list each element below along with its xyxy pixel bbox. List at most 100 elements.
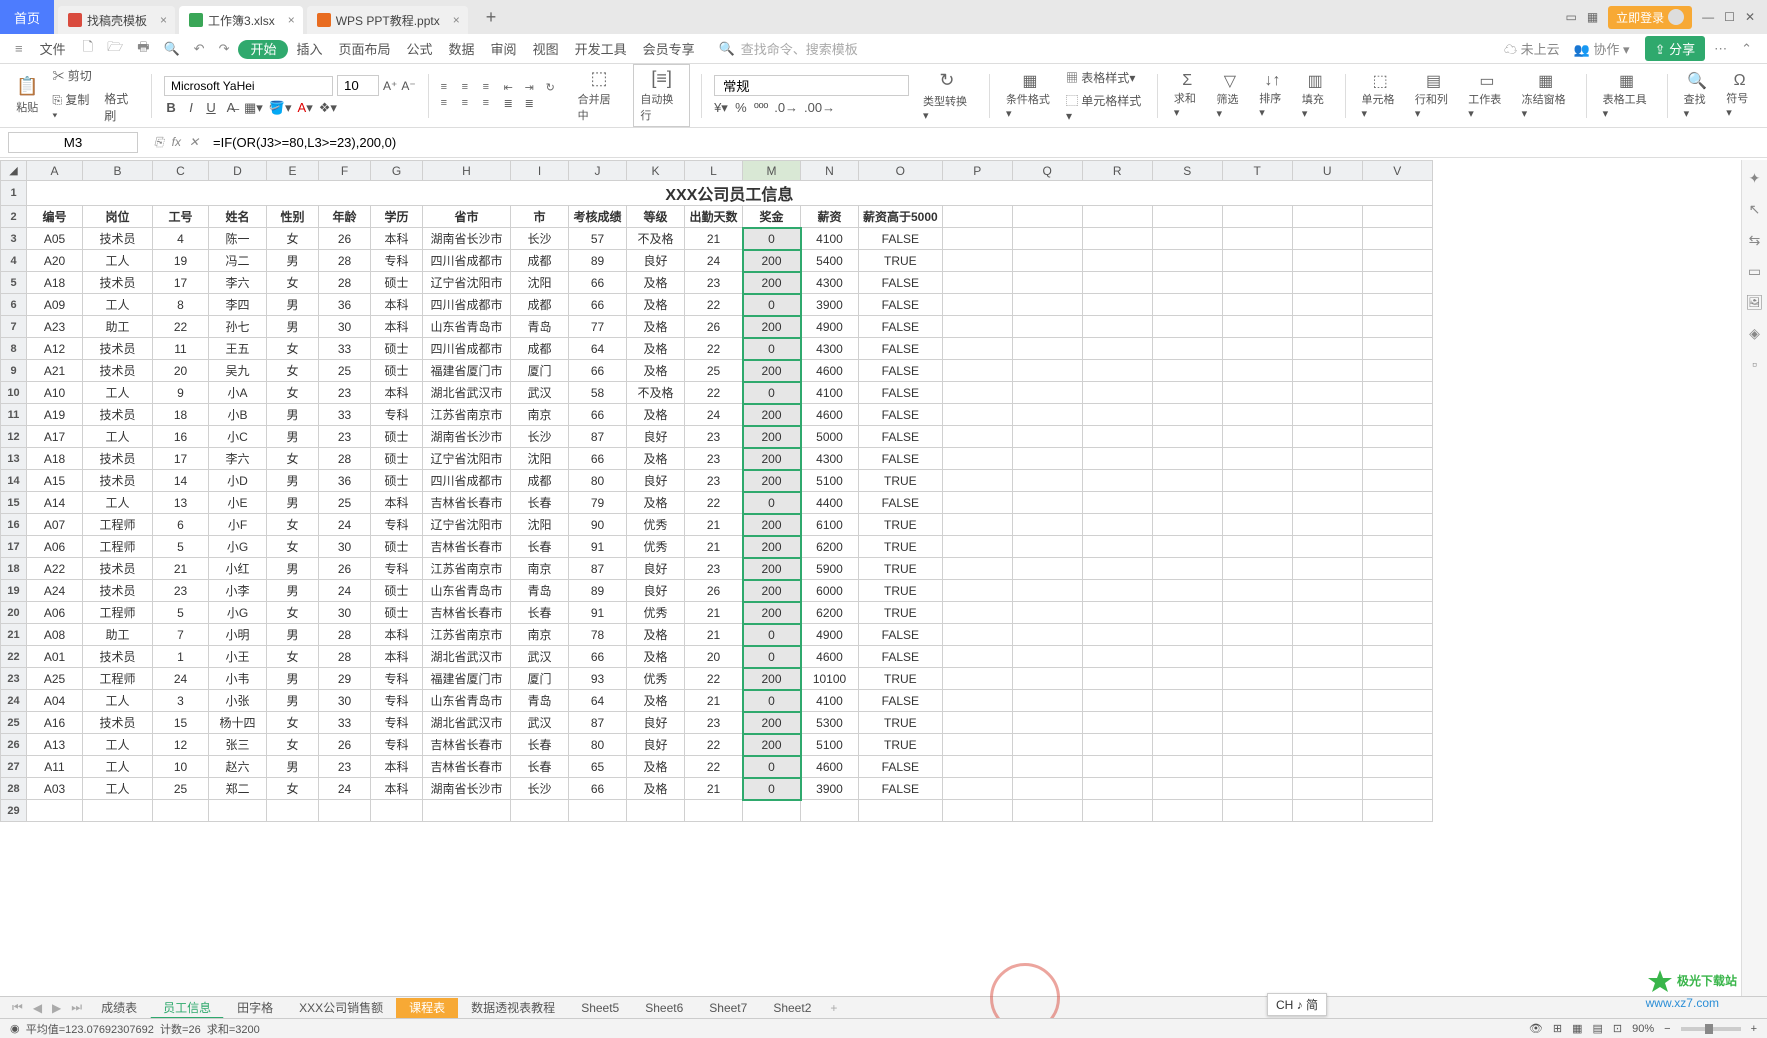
cell[interactable]: 小C: [209, 426, 267, 448]
cell[interactable]: 沈阳: [511, 272, 569, 294]
cell[interactable]: 30: [319, 316, 371, 338]
cell[interactable]: 男: [267, 426, 319, 448]
cell[interactable]: 优秀: [627, 536, 685, 558]
cell[interactable]: 硕士: [371, 602, 423, 624]
cell[interactable]: 硕士: [371, 536, 423, 558]
cell[interactable]: [942, 360, 1012, 382]
cell[interactable]: 0: [743, 228, 801, 250]
cell[interactable]: TRUE: [859, 470, 943, 492]
cell[interactable]: A22: [27, 558, 83, 580]
cell[interactable]: 28: [319, 624, 371, 646]
cell[interactable]: 23: [319, 426, 371, 448]
cell[interactable]: 男: [267, 668, 319, 690]
cell[interactable]: 硕士: [371, 470, 423, 492]
cell[interactable]: 湖北省武汉市: [423, 712, 511, 734]
cell[interactable]: FALSE: [859, 404, 943, 426]
cell[interactable]: 吉林省长春市: [423, 536, 511, 558]
preview-icon[interactable]: 🔍: [158, 41, 184, 57]
cell[interactable]: [1082, 624, 1152, 646]
cell[interactable]: [942, 602, 1012, 624]
cell[interactable]: [1152, 558, 1222, 580]
cell[interactable]: A23: [27, 316, 83, 338]
cell[interactable]: [1012, 294, 1082, 316]
cell[interactable]: [1012, 536, 1082, 558]
tools-button[interactable]: ▦表格工具▾: [1599, 71, 1655, 120]
currency-icon[interactable]: ¥▾: [714, 100, 728, 116]
tab-next-icon[interactable]: ▶: [48, 1001, 65, 1015]
row-header[interactable]: 10: [1, 382, 27, 404]
cell[interactable]: 及格: [627, 778, 685, 800]
cell[interactable]: 硕士: [371, 580, 423, 602]
cell[interactable]: [1152, 250, 1222, 272]
cell[interactable]: 14: [153, 470, 209, 492]
sheet-tab[interactable]: Sheet5: [568, 998, 632, 1018]
cell[interactable]: 优秀: [627, 514, 685, 536]
cell[interactable]: 66: [569, 448, 627, 470]
cell[interactable]: [153, 800, 209, 822]
cell[interactable]: [1082, 316, 1152, 338]
header-cell[interactable]: 岗位: [83, 206, 153, 228]
cell[interactable]: [1362, 668, 1432, 690]
header-cell[interactable]: 编号: [27, 206, 83, 228]
cell[interactable]: 12: [153, 734, 209, 756]
tab-prev-icon[interactable]: ◀: [29, 1001, 46, 1015]
sheet-tab[interactable]: XXX公司销售额: [286, 998, 396, 1018]
cell[interactable]: [1292, 668, 1362, 690]
cell[interactable]: [1292, 690, 1362, 712]
row-header[interactable]: 2: [1, 206, 27, 228]
cell[interactable]: [1362, 646, 1432, 668]
cell[interactable]: [1362, 734, 1432, 756]
cell[interactable]: A04: [27, 690, 83, 712]
cell[interactable]: 山东省青岛市: [423, 690, 511, 712]
row-header[interactable]: 22: [1, 646, 27, 668]
cell[interactable]: FALSE: [859, 492, 943, 514]
cell[interactable]: [942, 250, 1012, 272]
cell[interactable]: A19: [27, 404, 83, 426]
cell[interactable]: 23: [319, 756, 371, 778]
cell[interactable]: [1012, 668, 1082, 690]
cell[interactable]: 21: [685, 690, 743, 712]
cell[interactable]: [1082, 492, 1152, 514]
cell[interactable]: [1082, 668, 1152, 690]
cell[interactable]: [1222, 602, 1292, 624]
col-header[interactable]: T: [1222, 161, 1292, 181]
cell[interactable]: 成都: [511, 338, 569, 360]
cell[interactable]: 杨十四: [209, 712, 267, 734]
cell[interactable]: 80: [569, 470, 627, 492]
cell[interactable]: 22: [685, 492, 743, 514]
cell[interactable]: 4600: [801, 404, 859, 426]
cell[interactable]: FALSE: [859, 360, 943, 382]
cell[interactable]: [1292, 228, 1362, 250]
cell[interactable]: [1152, 404, 1222, 426]
cell[interactable]: 湖南省长沙市: [423, 778, 511, 800]
cell[interactable]: 28: [319, 250, 371, 272]
cell[interactable]: 66: [569, 404, 627, 426]
header-cell[interactable]: 工号: [153, 206, 209, 228]
cell[interactable]: [1012, 756, 1082, 778]
cell[interactable]: [1362, 602, 1432, 624]
format-painter-button[interactable]: 格式刷: [104, 90, 139, 124]
cell[interactable]: 小韦: [209, 668, 267, 690]
view-custom-icon[interactable]: ⊡: [1613, 1022, 1622, 1035]
cell[interactable]: [1222, 712, 1292, 734]
cell[interactable]: 66: [569, 294, 627, 316]
cell[interactable]: 66: [569, 360, 627, 382]
cell[interactable]: 成都: [511, 294, 569, 316]
cell[interactable]: [1222, 514, 1292, 536]
cell[interactable]: 郑二: [209, 778, 267, 800]
cell[interactable]: 及格: [627, 492, 685, 514]
cell[interactable]: [1152, 778, 1222, 800]
cell[interactable]: [371, 800, 423, 822]
cell[interactable]: 66: [569, 272, 627, 294]
cell[interactable]: 厦门: [511, 360, 569, 382]
record-icon[interactable]: ◉: [10, 1022, 20, 1035]
cell[interactable]: 吴九: [209, 360, 267, 382]
cell[interactable]: [1222, 492, 1292, 514]
cell[interactable]: 29: [319, 668, 371, 690]
cell[interactable]: 87: [569, 558, 627, 580]
add-sheet-icon[interactable]: +: [826, 1001, 841, 1015]
cell[interactable]: A09: [27, 294, 83, 316]
cell[interactable]: [1292, 624, 1362, 646]
cell[interactable]: [1362, 580, 1432, 602]
cell[interactable]: 本科: [371, 294, 423, 316]
